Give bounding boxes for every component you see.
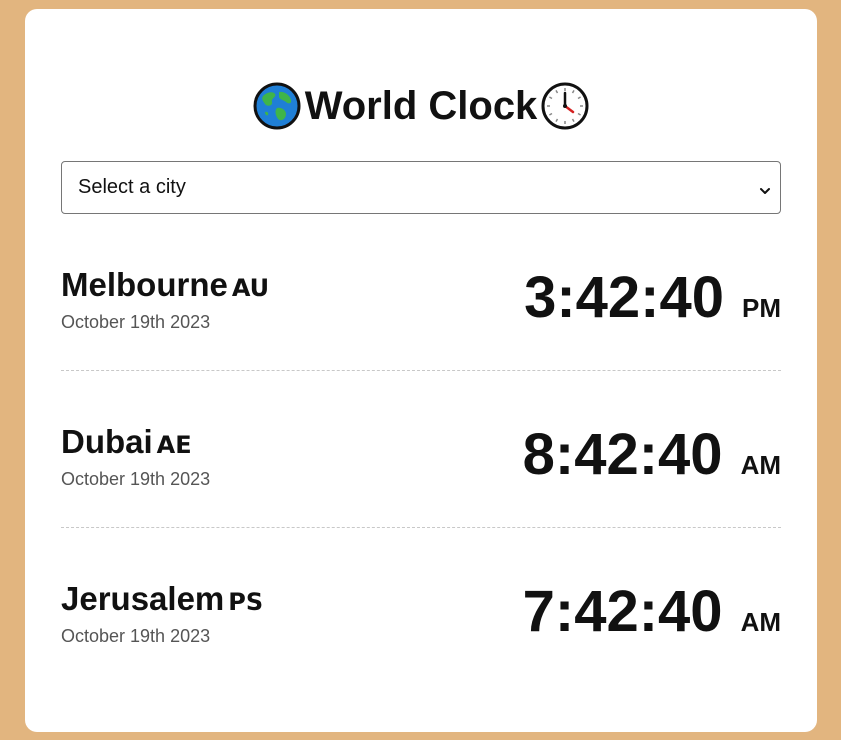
city-date: October 19th 2023	[61, 469, 211, 489]
city-date: October 19th 2023	[61, 626, 211, 646]
chevron-down-icon	[758, 181, 772, 195]
time-value: 7:42:40	[522, 579, 723, 644]
city-name-text: Melbourne	[61, 266, 228, 303]
time-period: AM	[740, 607, 781, 637]
time-value: 8:42:40	[522, 422, 723, 487]
city-row-jerusalem: Jerusalem PS October 19th 2023 7:42:40 AM	[61, 528, 781, 685]
city-name-text: Jerusalem	[61, 580, 225, 617]
city-row-dubai: Dubai AE October 19th 2023 8:42:40 AM	[61, 371, 781, 528]
time-period: AM	[740, 450, 781, 480]
title-text: World Clock	[304, 83, 538, 128]
city-date: October 19th 2023	[61, 312, 211, 332]
city-list: Melbourne AU October 19th 2023 3:42:40 PM…	[61, 214, 781, 685]
city-name: Jerusalem PS	[61, 580, 263, 618]
globe-icon	[253, 82, 301, 130]
country-code: AU	[231, 274, 270, 302]
time-value: 3:42:40	[524, 265, 724, 330]
city-time: 3:42:40 PM	[524, 264, 781, 331]
city-time: 7:42:40 AM	[523, 578, 781, 645]
city-row-melbourne: Melbourne AU October 19th 2023 3:42:40 PM	[61, 214, 781, 371]
country-code: PS	[228, 588, 264, 616]
city-time: 8:42:40 AM	[523, 421, 781, 488]
clock-icon	[541, 82, 589, 130]
city-name-text: Dubai	[61, 423, 153, 460]
time-period: PM	[742, 293, 781, 323]
world-clock-card: World Clock Select a city Melbourne AU O…	[25, 9, 817, 732]
page-title: World Clock	[61, 81, 781, 131]
country-code: AE	[156, 431, 192, 459]
city-name: Melbourne AU	[61, 266, 269, 304]
city-select[interactable]: Select a city	[61, 161, 781, 214]
city-name: Dubai AE	[61, 423, 192, 461]
city-select-value: Select a city	[78, 176, 186, 198]
